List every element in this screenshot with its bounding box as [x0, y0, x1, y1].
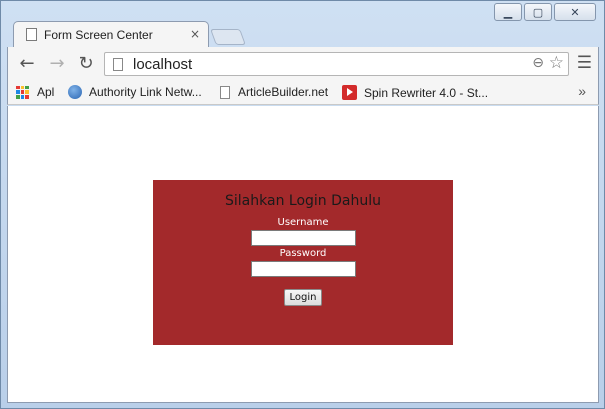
back-arrow-icon[interactable]: ← [16, 53, 38, 74]
maximize-button[interactable]: ▢ [524, 3, 552, 21]
bookmark-label: Authority Link Netw... [89, 85, 202, 99]
maximize-icon: ▢ [532, 5, 544, 19]
spin-rewriter-icon [342, 85, 357, 100]
close-window-button[interactable]: ✕ [554, 3, 596, 21]
page-viewport: Silahkan Login Dahulu Username Password … [7, 106, 599, 403]
browser-toolbar: ← → ↻ localhost ⊖ ☆ ☰ [7, 47, 599, 81]
page-icon [220, 85, 230, 99]
bookmark-label: Apl [37, 85, 55, 99]
login-heading: Silahkan Login Dahulu [225, 193, 381, 209]
username-input[interactable] [250, 230, 356, 246]
bookmark-label: Spin Rewriter 4.0 - St... [364, 85, 489, 100]
apps-grid-icon [16, 85, 29, 99]
bookmarks-bar: Apl Authority Link Netw... ArticleBuilde… [7, 81, 599, 105]
forward-arrow-icon[interactable]: → [46, 53, 68, 74]
bookmark-star-icon[interactable]: ☆ [549, 53, 564, 73]
page-icon [113, 57, 123, 71]
bookmark-spin-rewriter[interactable]: Spin Rewriter 4.0 - St... [342, 85, 488, 100]
login-panel: Silahkan Login Dahulu Username Password … [153, 180, 453, 345]
page-icon [26, 28, 37, 41]
tab-close-icon[interactable]: × [190, 27, 200, 41]
username-label: Username [277, 217, 329, 228]
login-button[interactable]: Login [284, 289, 322, 306]
password-label: Password [279, 248, 327, 259]
bookmark-apps[interactable]: Apl [16, 85, 54, 99]
reload-icon[interactable]: ↻ [75, 53, 97, 74]
bookmark-articlebuilder[interactable]: ArticleBuilder.net [220, 85, 328, 99]
menu-icon[interactable]: ☰ [577, 53, 592, 73]
password-input[interactable] [250, 261, 356, 277]
browser-window: ▁ ▢ ✕ Form Screen Center × ← → ↻ localho… [0, 0, 605, 409]
url-text[interactable]: localhost [133, 56, 192, 73]
bookmark-label: ArticleBuilder.net [238, 85, 329, 99]
window-controls: ▁ ▢ ✕ [492, 3, 596, 21]
bookmarks-overflow-icon[interactable]: » [578, 83, 586, 99]
close-icon: ✕ [570, 5, 580, 19]
new-tab-button[interactable] [210, 29, 246, 45]
browser-tab[interactable]: Form Screen Center × [13, 21, 209, 47]
minimize-icon: ▁ [503, 5, 513, 19]
minimize-button[interactable]: ▁ [494, 3, 522, 21]
bookmark-authority-link[interactable]: Authority Link Netw... [68, 85, 202, 99]
zoom-icon[interactable]: ⊖ [532, 55, 544, 71]
tab-title: Form Screen Center [44, 27, 153, 42]
address-bar[interactable]: localhost ⊖ ☆ [104, 52, 569, 76]
globe-icon [68, 85, 82, 99]
